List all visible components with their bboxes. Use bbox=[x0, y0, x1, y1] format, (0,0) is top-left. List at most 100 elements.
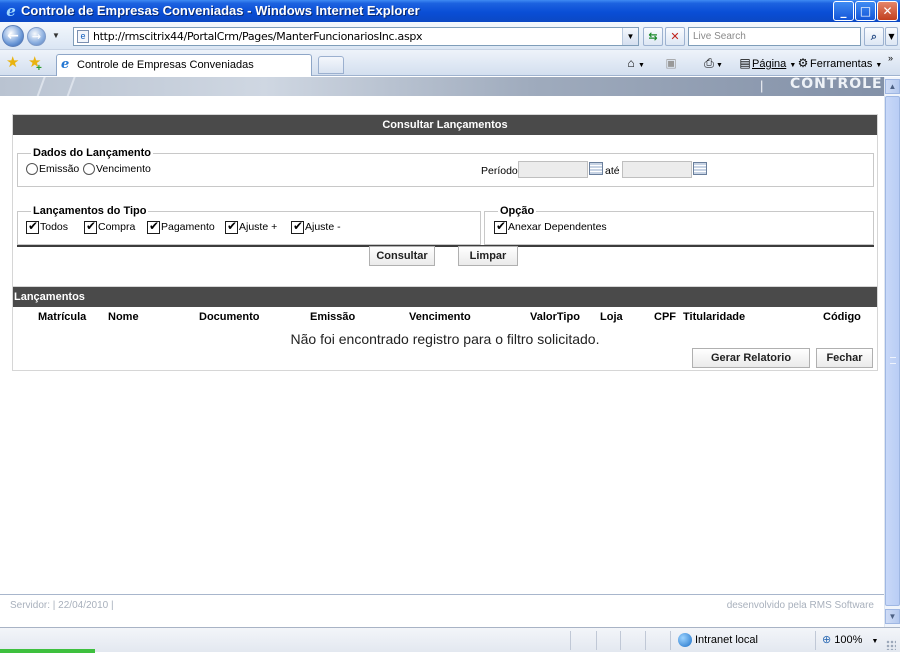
zone-label: Intranet local bbox=[695, 634, 758, 646]
search-placeholder: Live Search bbox=[693, 31, 746, 42]
calendar-icon[interactable] bbox=[589, 162, 603, 175]
banner-decoration bbox=[35, 77, 47, 96]
col-emissao[interactable]: Emissão bbox=[310, 310, 355, 324]
calendar-icon[interactable] bbox=[693, 162, 707, 175]
ajuste-mais-label: Ajuste + bbox=[239, 221, 278, 234]
print-icon: ⎙ bbox=[704, 56, 714, 70]
favorites-star-icon[interactable]: ★ bbox=[6, 55, 19, 71]
radio-button[interactable] bbox=[83, 163, 95, 176]
compra-label: Compra bbox=[98, 221, 136, 234]
tab-active[interactable]: e Controle de Empresas Conveniadas bbox=[56, 54, 312, 76]
dados-legend: Dados do Lançamento bbox=[31, 147, 153, 160]
col-valortipo[interactable]: ValorTipo bbox=[530, 310, 580, 324]
compra-checkbox[interactable]: Compra bbox=[84, 219, 136, 234]
opcao-fieldset: Opção Anexar Dependentes bbox=[484, 205, 874, 245]
tipo-fieldset: Lançamentos do Tipo Todos Compra Pagamen… bbox=[17, 205, 481, 245]
checkbox[interactable] bbox=[291, 219, 304, 234]
url-text[interactable]: http://rmscitrix44/PortalCrm/Pages/Mante… bbox=[93, 30, 423, 44]
radio-button[interactable] bbox=[26, 163, 38, 176]
col-documento[interactable]: Documento bbox=[199, 310, 260, 324]
checkbox[interactable] bbox=[26, 219, 39, 234]
security-zone[interactable]: Intranet local bbox=[678, 632, 758, 648]
col-matricula[interactable]: Matrícula bbox=[38, 310, 86, 324]
limpar-button[interactable]: Limpar bbox=[458, 246, 518, 266]
col-loja[interactable]: Loja bbox=[600, 310, 623, 324]
checkbox[interactable] bbox=[84, 219, 97, 234]
feeds-button[interactable]: ▣ bbox=[664, 57, 678, 71]
history-dropdown-icon[interactable]: ▼ bbox=[52, 31, 60, 40]
col-vencimento[interactable]: Vencimento bbox=[409, 310, 471, 324]
close-window-button[interactable]: ✕ bbox=[877, 1, 898, 21]
col-nome[interactable]: Nome bbox=[108, 310, 139, 324]
lancamentos-title: Lançamentos bbox=[13, 287, 877, 307]
periodo-fim-input[interactable] bbox=[622, 161, 692, 178]
more-commands-icon[interactable]: » bbox=[888, 52, 893, 65]
resize-grip-icon[interactable] bbox=[886, 640, 896, 650]
search-options-button[interactable]: ▼ bbox=[885, 27, 898, 46]
gerar-relatorio-button[interactable]: Gerar Relatorio bbox=[692, 348, 810, 368]
feeds-icon: ▣ bbox=[665, 56, 677, 70]
search-button[interactable]: ⌕ bbox=[864, 27, 884, 46]
checkbox[interactable] bbox=[494, 219, 507, 234]
emissao-radio[interactable]: Emissão bbox=[26, 162, 79, 176]
vencimento-radio[interactable]: Vencimento bbox=[83, 162, 151, 176]
ate-label: até bbox=[605, 165, 620, 177]
add-favorites-icon[interactable]: ★ + bbox=[28, 55, 42, 75]
col-codigo[interactable]: Código bbox=[823, 310, 861, 324]
ajuste-menos-checkbox[interactable]: Ajuste - bbox=[291, 219, 341, 234]
scroll-down-button[interactable]: ▼ bbox=[885, 609, 900, 624]
address-bar-row: ← → ▼ e http://rmscitrix44/PortalCrm/Pag… bbox=[0, 22, 900, 50]
chevron-down-icon: ▼ bbox=[888, 32, 895, 41]
home-button[interactable]: ⌂ ▼ bbox=[624, 57, 645, 72]
anexar-dependentes-checkbox[interactable]: Anexar Dependentes bbox=[494, 219, 607, 234]
vencimento-label: Vencimento bbox=[96, 163, 151, 176]
vertical-scrollbar[interactable]: ▲ ▼ bbox=[884, 77, 900, 627]
todos-checkbox[interactable]: Todos bbox=[26, 219, 69, 234]
page-menu-label: Página bbox=[752, 58, 787, 70]
maximize-button[interactable]: □ bbox=[855, 1, 876, 21]
anexar-dependentes-label: Anexar Dependentes bbox=[508, 221, 607, 234]
scroll-thumb[interactable] bbox=[885, 96, 900, 606]
home-icon: ⌂ bbox=[627, 56, 635, 70]
col-titularidade[interactable]: Titularidade bbox=[683, 310, 745, 324]
checkbox[interactable] bbox=[147, 219, 160, 234]
page-menu-button[interactable]: ▤Página ▼ bbox=[738, 57, 796, 72]
refresh-button[interactable]: ⇆ bbox=[643, 27, 663, 46]
periodo-inicio-input[interactable] bbox=[518, 161, 588, 178]
stop-button[interactable]: ✕ bbox=[665, 27, 685, 46]
search-input[interactable]: Live Search bbox=[688, 27, 861, 46]
scroll-up-button[interactable]: ▲ bbox=[885, 79, 900, 94]
address-input[interactable]: e http://rmscitrix44/PortalCrm/Pages/Man… bbox=[73, 27, 639, 46]
tab-title: Controle de Empresas Conveniadas bbox=[77, 59, 254, 71]
fechar-button[interactable]: Fechar bbox=[816, 348, 873, 368]
zoom-control[interactable]: ⊕ 100% ▼ bbox=[822, 632, 878, 650]
checkbox[interactable] bbox=[225, 219, 238, 234]
refresh-icon: ⇆ bbox=[648, 30, 658, 43]
tools-gear-icon: ⚙ bbox=[797, 56, 809, 70]
back-button[interactable]: ← bbox=[2, 25, 24, 47]
ie-logo-icon: e bbox=[61, 57, 70, 72]
tools-menu-button[interactable]: ⚙ Ferramentas ▼ bbox=[796, 56, 883, 72]
zoom-icon: ⊕ bbox=[822, 634, 832, 646]
page-icon: e bbox=[77, 30, 89, 43]
grid-header-row: Matrícula Nome Documento Emissão Vencime… bbox=[13, 307, 877, 327]
ajuste-mais-checkbox[interactable]: Ajuste + bbox=[225, 219, 278, 234]
consultar-panel: Consultar Lançamentos Dados do Lançament… bbox=[12, 114, 878, 310]
forward-button[interactable]: → bbox=[27, 27, 46, 46]
ie-logo-icon: e bbox=[6, 2, 16, 20]
dados-fieldset: Dados do Lançamento Emissão Vencimento P… bbox=[17, 147, 874, 187]
new-tab-button[interactable] bbox=[318, 56, 344, 74]
todos-label: Todos bbox=[40, 221, 69, 234]
address-dropdown-icon[interactable]: ▼ bbox=[622, 28, 638, 45]
status-divider bbox=[620, 631, 621, 650]
divider bbox=[17, 245, 874, 247]
back-arrow-icon: ← bbox=[7, 28, 19, 44]
consultar-button[interactable]: Consultar bbox=[369, 246, 435, 266]
minimize-button[interactable]: _ bbox=[833, 1, 854, 21]
status-bar: Intranet local ⊕ 100% ▼ bbox=[0, 627, 900, 653]
pagamento-checkbox[interactable]: Pagamento bbox=[147, 219, 215, 234]
periodo-label: Período: bbox=[481, 165, 521, 177]
print-button[interactable]: ⎙ ▼ bbox=[702, 57, 723, 72]
stop-icon: ✕ bbox=[670, 30, 680, 43]
col-cpf[interactable]: CPF bbox=[654, 310, 676, 324]
